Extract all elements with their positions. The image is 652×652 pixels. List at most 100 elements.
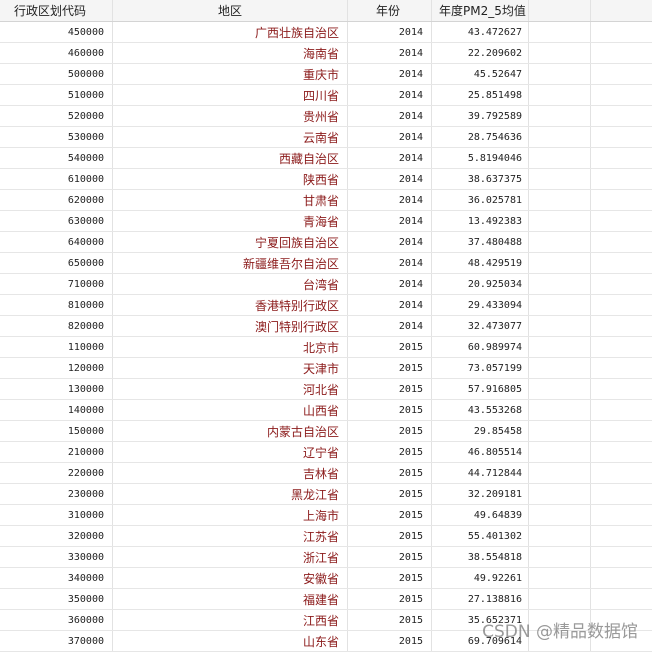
cell-region-code[interactable]: 540000 — [0, 148, 113, 168]
cell-year[interactable]: 2015 — [348, 484, 432, 504]
table-row[interactable]: 540000 西藏自治区 2014 5.8194046 — [0, 148, 652, 169]
table-row[interactable]: 640000 宁夏回族自治区 2014 37.480488 — [0, 232, 652, 253]
table-row[interactable]: 810000 香港特别行政区 2014 29.433094 — [0, 295, 652, 316]
cell-pm25-mean[interactable]: 55.401302 — [432, 526, 529, 546]
table-row[interactable]: 610000 陕西省 2014 38.637375 — [0, 169, 652, 190]
cell-year[interactable]: 2015 — [348, 337, 432, 357]
cell-pm25-mean[interactable]: 25.851498 — [432, 85, 529, 105]
cell-region-code[interactable]: 500000 — [0, 64, 113, 84]
cell-region-code[interactable]: 630000 — [0, 211, 113, 231]
cell-year[interactable]: 2014 — [348, 316, 432, 336]
cell-region-code[interactable]: 340000 — [0, 568, 113, 588]
cell-year[interactable]: 2014 — [348, 274, 432, 294]
column-header-year[interactable]: 年份 — [348, 0, 432, 21]
cell-region-code[interactable]: 370000 — [0, 631, 113, 651]
cell-region-code[interactable]: 120000 — [0, 358, 113, 378]
cell-region[interactable]: 澳门特别行政区 — [113, 316, 348, 336]
cell-region[interactable]: 福建省 — [113, 589, 348, 609]
table-row[interactable]: 120000 天津市 2015 73.057199 — [0, 358, 652, 379]
column-header-region[interactable]: 地区 — [113, 0, 348, 21]
cell-year[interactable]: 2014 — [348, 22, 432, 42]
table-row[interactable]: 110000 北京市 2015 60.989974 — [0, 337, 652, 358]
cell-year[interactable]: 2014 — [348, 148, 432, 168]
cell-region-code[interactable]: 640000 — [0, 232, 113, 252]
cell-pm25-mean[interactable]: 60.989974 — [432, 337, 529, 357]
cell-pm25-mean[interactable]: 57.916805 — [432, 379, 529, 399]
cell-year[interactable]: 2015 — [348, 505, 432, 525]
cell-pm25-mean[interactable]: 73.057199 — [432, 358, 529, 378]
cell-pm25-mean[interactable]: 29.85458 — [432, 421, 529, 441]
cell-region[interactable]: 浙江省 — [113, 547, 348, 567]
cell-region-code[interactable]: 360000 — [0, 610, 113, 630]
cell-region[interactable]: 河北省 — [113, 379, 348, 399]
cell-region[interactable]: 江西省 — [113, 610, 348, 630]
cell-year[interactable]: 2014 — [348, 169, 432, 189]
cell-region[interactable]: 贵州省 — [113, 106, 348, 126]
cell-region-code[interactable]: 320000 — [0, 526, 113, 546]
table-row[interactable]: 710000 台湾省 2014 20.925034 — [0, 274, 652, 295]
cell-region-code[interactable]: 330000 — [0, 547, 113, 567]
table-row[interactable]: 220000 吉林省 2015 44.712844 — [0, 463, 652, 484]
cell-pm25-mean[interactable]: 43.553268 — [432, 400, 529, 420]
cell-pm25-mean[interactable]: 20.925034 — [432, 274, 529, 294]
cell-region[interactable]: 青海省 — [113, 211, 348, 231]
cell-pm25-mean[interactable]: 36.025781 — [432, 190, 529, 210]
cell-pm25-mean[interactable]: 28.754636 — [432, 127, 529, 147]
cell-year[interactable]: 2014 — [348, 127, 432, 147]
table-row[interactable]: 510000 四川省 2014 25.851498 — [0, 85, 652, 106]
cell-region-code[interactable]: 310000 — [0, 505, 113, 525]
cell-region[interactable]: 西藏自治区 — [113, 148, 348, 168]
cell-region-code[interactable]: 450000 — [0, 22, 113, 42]
cell-region[interactable]: 安徽省 — [113, 568, 348, 588]
cell-year[interactable]: 2015 — [348, 463, 432, 483]
table-row[interactable]: 450000 广西壮族自治区 2014 43.472627 — [0, 22, 652, 43]
cell-region-code[interactable]: 110000 — [0, 337, 113, 357]
cell-year[interactable]: 2014 — [348, 190, 432, 210]
cell-region-code[interactable]: 460000 — [0, 43, 113, 63]
cell-region[interactable]: 香港特别行政区 — [113, 295, 348, 315]
cell-region[interactable]: 台湾省 — [113, 274, 348, 294]
cell-region[interactable]: 甘肃省 — [113, 190, 348, 210]
cell-year[interactable]: 2014 — [348, 106, 432, 126]
cell-region-code[interactable]: 810000 — [0, 295, 113, 315]
cell-year[interactable]: 2015 — [348, 358, 432, 378]
table-row[interactable]: 530000 云南省 2014 28.754636 — [0, 127, 652, 148]
cell-region-code[interactable]: 210000 — [0, 442, 113, 462]
cell-pm25-mean[interactable]: 13.492383 — [432, 211, 529, 231]
cell-pm25-mean[interactable]: 49.92261 — [432, 568, 529, 588]
cell-region[interactable]: 山东省 — [113, 631, 348, 651]
cell-region-code[interactable]: 530000 — [0, 127, 113, 147]
cell-region[interactable]: 上海市 — [113, 505, 348, 525]
cell-pm25-mean[interactable]: 45.52647 — [432, 64, 529, 84]
cell-year[interactable]: 2015 — [348, 442, 432, 462]
cell-region-code[interactable]: 710000 — [0, 274, 113, 294]
table-row[interactable]: 650000 新疆维吾尔自治区 2014 48.429519 — [0, 253, 652, 274]
column-header-pm25-mean[interactable]: 年度PM2_5均值 — [432, 0, 529, 21]
cell-pm25-mean[interactable]: 38.554818 — [432, 547, 529, 567]
cell-year[interactable]: 2014 — [348, 85, 432, 105]
cell-pm25-mean[interactable]: 22.209602 — [432, 43, 529, 63]
cell-year[interactable]: 2014 — [348, 295, 432, 315]
cell-pm25-mean[interactable]: 32.209181 — [432, 484, 529, 504]
cell-pm25-mean[interactable]: 27.138816 — [432, 589, 529, 609]
cell-pm25-mean[interactable]: 32.473077 — [432, 316, 529, 336]
table-row[interactable]: 620000 甘肃省 2014 36.025781 — [0, 190, 652, 211]
table-row[interactable]: 460000 海南省 2014 22.209602 — [0, 43, 652, 64]
cell-pm25-mean[interactable]: 39.792589 — [432, 106, 529, 126]
cell-year[interactable]: 2014 — [348, 64, 432, 84]
table-row[interactable]: 320000 江苏省 2015 55.401302 — [0, 526, 652, 547]
cell-region[interactable]: 陕西省 — [113, 169, 348, 189]
cell-region[interactable]: 天津市 — [113, 358, 348, 378]
cell-region[interactable]: 江苏省 — [113, 526, 348, 546]
table-row[interactable]: 150000 内蒙古自治区 2015 29.85458 — [0, 421, 652, 442]
cell-region[interactable]: 辽宁省 — [113, 442, 348, 462]
table-row[interactable]: 520000 贵州省 2014 39.792589 — [0, 106, 652, 127]
cell-year[interactable]: 2014 — [348, 253, 432, 273]
cell-region[interactable]: 新疆维吾尔自治区 — [113, 253, 348, 273]
cell-region-code[interactable]: 650000 — [0, 253, 113, 273]
cell-pm25-mean[interactable]: 38.637375 — [432, 169, 529, 189]
table-row[interactable]: 310000 上海市 2015 49.64839 — [0, 505, 652, 526]
cell-year[interactable]: 2015 — [348, 589, 432, 609]
cell-region[interactable]: 四川省 — [113, 85, 348, 105]
cell-region[interactable]: 广西壮族自治区 — [113, 22, 348, 42]
